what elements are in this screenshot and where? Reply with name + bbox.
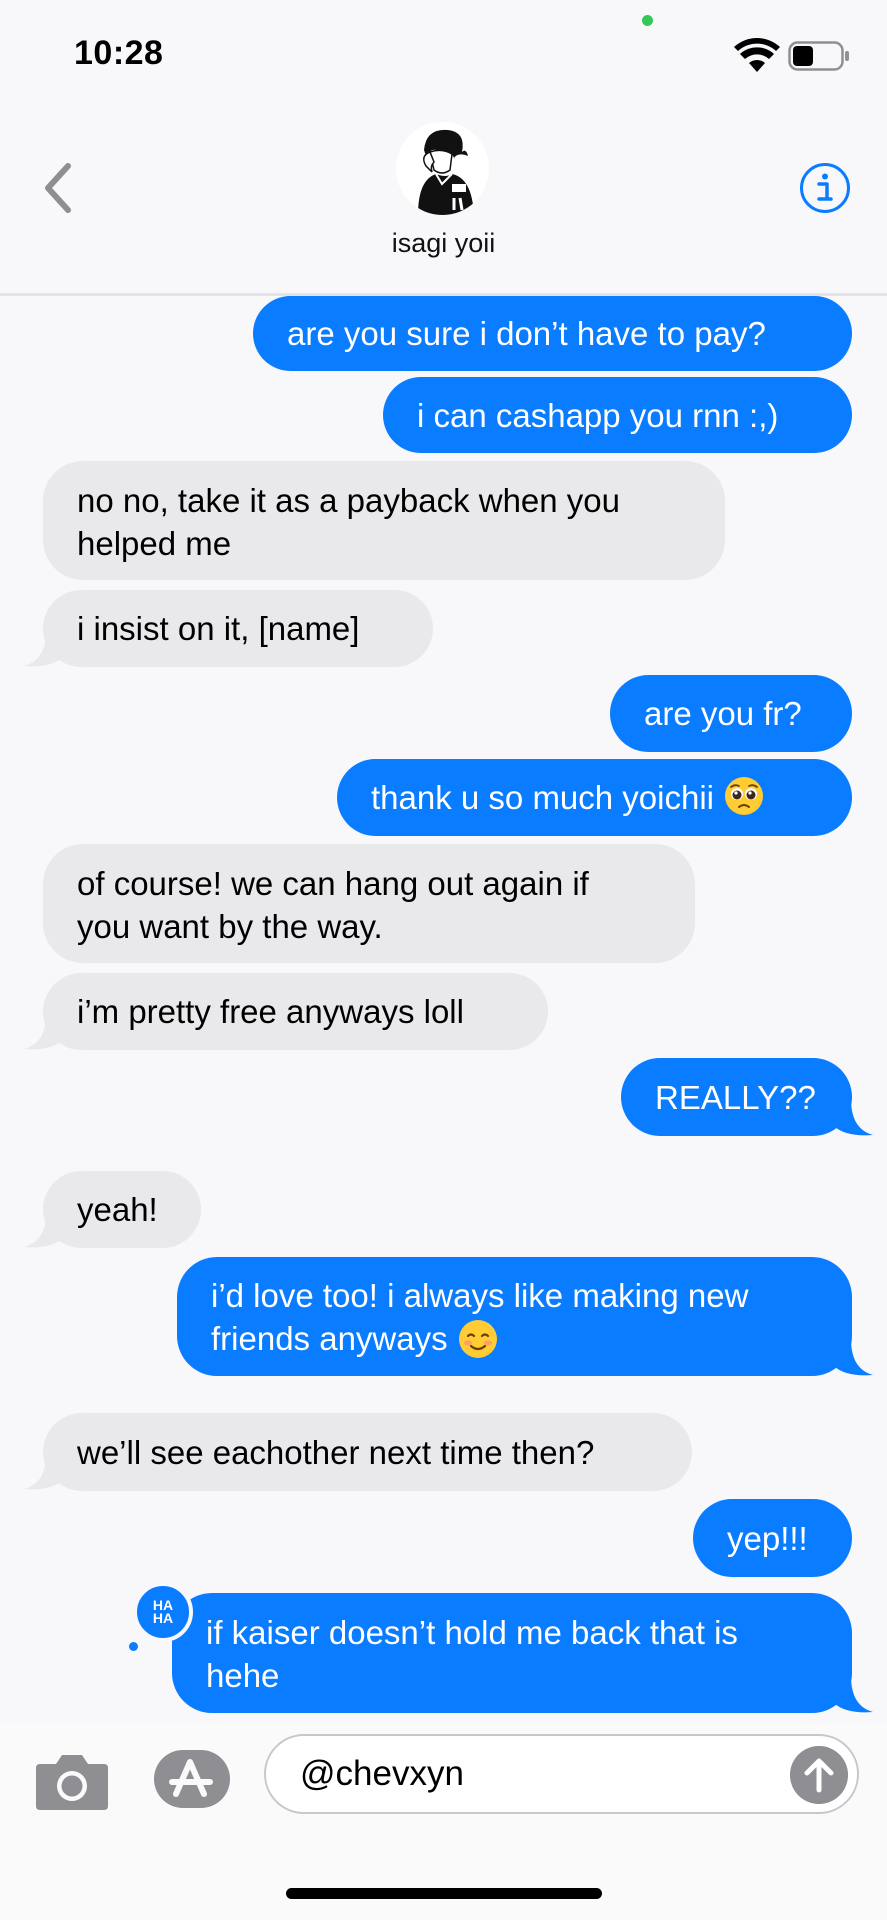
tapback-label: HA HA	[152, 1597, 174, 1626]
bubble-tail	[835, 1339, 873, 1376]
contact-avatar[interactable]	[396, 122, 489, 215]
bubble-tail	[24, 1015, 62, 1050]
conversation-header: isagi yoii	[0, 100, 887, 296]
message-text: i’m pretty free anyways loll	[77, 993, 464, 1030]
message-text: REALLY??	[655, 1078, 816, 1116]
tapback-tail-dot	[129, 1642, 138, 1651]
message-text: yep!!!	[727, 1519, 808, 1557]
message-bubble-sent[interactable]: thank u so much yoichii	[337, 759, 852, 836]
message-bubble-sent[interactable]: yep!!!	[693, 1499, 852, 1577]
message-text: are you sure i don’t have to pay?	[287, 315, 766, 352]
message-text: i insist on it, [name]	[77, 610, 360, 647]
message-text: thank u so much yoichii	[371, 779, 715, 816]
bubble-tail	[835, 1676, 873, 1713]
smiling-face-emoji-icon	[458, 1320, 497, 1359]
wifi-icon	[734, 38, 780, 72]
message-input-value: @chevxyn	[300, 1754, 464, 1793]
message-text: yeah!	[77, 1191, 158, 1228]
message-text: i can cashapp you rnn :,)	[417, 396, 779, 434]
message-bubble-received[interactable]: of course! we can hang out again if you …	[43, 844, 695, 963]
app-store-icon[interactable]	[152, 1748, 232, 1810]
bubble-tail	[24, 1213, 62, 1248]
message-text: we’ll see eachother next time then?	[77, 1433, 595, 1471]
battery-icon	[788, 41, 849, 71]
message-text: no no, take it as a payback when you hel…	[77, 481, 621, 562]
pleading-face-emoji-icon	[725, 776, 764, 815]
back-chevron-icon[interactable]	[38, 160, 78, 216]
bubble-tail	[24, 632, 62, 667]
send-arrow-up-icon[interactable]	[790, 1746, 848, 1804]
camera-icon[interactable]	[34, 1750, 110, 1812]
message-bubble-received[interactable]: we’ll see eachother next time then?	[43, 1413, 692, 1491]
message-bubble-sent[interactable]: are you sure i don’t have to pay?	[253, 296, 852, 371]
message-text: i’d love too! i always like making new f…	[211, 1274, 748, 1361]
message-input[interactable]: @chevxyn	[264, 1734, 859, 1814]
message-bubble-received[interactable]: i insist on it, [name]	[43, 590, 433, 667]
home-indicator[interactable]	[286, 1888, 602, 1899]
message-bubble-received[interactable]: no no, take it as a payback when you hel…	[43, 461, 725, 580]
message-bubble-received[interactable]: i’m pretty free anyways loll	[43, 973, 548, 1050]
compose-bar: @chevxyn	[0, 1724, 887, 1920]
message-bubble-sent[interactable]: are you fr?	[610, 675, 852, 752]
message-text: if kaiser doesn’t hold me back that is h…	[206, 1614, 738, 1694]
bubble-tail	[835, 1099, 873, 1136]
message-text: of course! we can hang out again if you …	[77, 864, 589, 945]
message-list[interactable]: are you sure i don’t have to pay? i can …	[0, 296, 887, 1724]
message-bubble-sent[interactable]: i can cashapp you rnn :,)	[383, 377, 852, 453]
contact-name[interactable]: isagi yoii	[0, 228, 887, 259]
info-icon[interactable]	[799, 162, 851, 214]
message-bubble-received[interactable]: yeah!	[43, 1171, 201, 1248]
message-bubble-sent[interactable]: REALLY??	[621, 1058, 852, 1136]
camera-in-use-indicator	[642, 15, 653, 26]
avatar-illustration-icon	[396, 122, 489, 215]
message-bubble-sent[interactable]: if kaiser doesn’t hold me back that is h…	[172, 1593, 852, 1713]
status-time: 10:28	[74, 34, 164, 72]
status-bar: 10:28	[0, 0, 887, 100]
message-text: are you fr?	[644, 695, 802, 732]
message-bubble-sent[interactable]: i’d love too! i always like making new f…	[177, 1257, 852, 1376]
haha-tapback-badge[interactable]: HA HA	[133, 1582, 193, 1642]
bubble-tail	[24, 1455, 62, 1490]
